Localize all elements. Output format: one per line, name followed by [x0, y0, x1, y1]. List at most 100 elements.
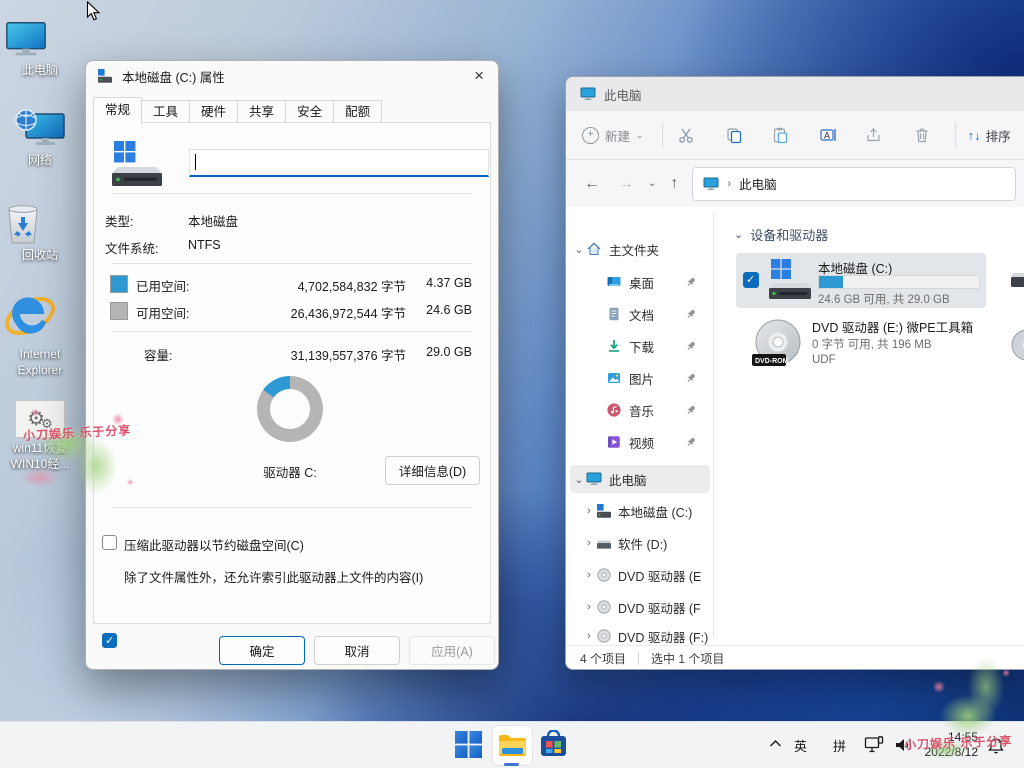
svg-text:A: A [824, 131, 830, 141]
address-bar[interactable]: › 此电脑 [692, 167, 1016, 201]
sidebar-item-desktop[interactable]: 桌面 [572, 268, 710, 296]
pin-icon [686, 341, 696, 352]
sidebar-item-downloads[interactable]: 下载 [572, 332, 710, 360]
divider [112, 331, 472, 332]
home-icon [586, 241, 602, 257]
chevron-right-icon: › [582, 537, 596, 549]
sidebar-item-music[interactable]: 音乐 [572, 396, 710, 424]
ime-mode-indicator[interactable]: 拼 [833, 736, 846, 755]
clock-time: 14:55 [916, 730, 978, 745]
desktop-icon-win11-restore[interactable]: ⚙⚙ win11恢复 WIN10经... [3, 400, 77, 472]
desktop-icon-label: 回收站 [3, 248, 77, 264]
drive-small-icon [97, 69, 113, 84]
sidebar-item-drive-d[interactable]: › 软件 (D:) [582, 529, 712, 557]
explorer-command-bar: + 新建 ⌄ A ↑↓ 排序 [566, 111, 1024, 160]
sidebar-item-label: DVD 驱动器 (F [618, 598, 701, 617]
chevron-right-icon: › [582, 601, 596, 613]
tile-checkbox[interactable] [743, 272, 759, 288]
taskbar-clock[interactable]: 14:55 2022/8/12 [916, 730, 978, 760]
compress-checkbox-label: 压缩此驱动器以节约磁盘空间(C) [124, 535, 304, 554]
desktop-icon-recycle-bin[interactable]: 回收站 [3, 203, 77, 264]
dialog-titlebar[interactable]: 本地磁盘 (C:) 属性 × [86, 61, 498, 91]
chevron-up-icon [769, 739, 782, 748]
taskbar-file-explorer-button[interactable] [492, 725, 533, 766]
sidebar-item-pictures[interactable]: 图片 [572, 364, 710, 392]
folder-icon [498, 734, 527, 758]
chevron-down-icon: ⌄ [572, 243, 586, 256]
start-button[interactable] [455, 731, 482, 758]
paste-icon [771, 126, 789, 144]
tab-general[interactable]: 常规 [93, 97, 142, 125]
new-button[interactable]: + 新建 ⌄ [582, 126, 644, 145]
apply-button[interactable]: 应用(A) [409, 636, 495, 665]
explorer-sidebar: ⌄ 主文件夹 桌面 文档 下载 图片 [566, 207, 714, 645]
recent-locations-chevron[interactable]: ⌄ [648, 178, 656, 189]
paste-button[interactable] [767, 122, 793, 148]
sidebar-item-this-pc[interactable]: ⌄ 此电脑 [570, 465, 710, 493]
share-button[interactable] [861, 122, 887, 148]
sidebar-item-videos[interactable]: 视频 [572, 428, 710, 456]
drive-large-icon [104, 140, 166, 190]
forward-button[interactable]: → [618, 175, 634, 193]
sidebar-item-dvd-f[interactable]: › DVD 驱动器 (F [582, 593, 712, 621]
sidebar-item-home[interactable]: ⌄ 主文件夹 [572, 235, 710, 263]
index-checkbox-label: 除了文件属性外，还允许索引此驱动器上文件的内容(I) [124, 567, 423, 586]
sidebar-item-documents[interactable]: 文档 [572, 300, 710, 328]
volume-tray-icon[interactable] [894, 737, 913, 753]
download-icon [606, 338, 622, 354]
new-button-label: 新建 [605, 126, 630, 145]
back-button[interactable]: ← [584, 175, 600, 193]
partial-drive-icon[interactable] [1009, 265, 1024, 295]
notification-bell-icon[interactable]: z [987, 736, 1005, 754]
drive-tile-name: DVD 驱动器 (E:) 微PE工具箱 [812, 317, 987, 336]
desktop-icon-network[interactable]: 网络 [3, 108, 77, 169]
rename-button[interactable]: A [815, 122, 841, 148]
gears-icon: ⚙⚙ [15, 400, 65, 438]
desktop-icon-this-pc[interactable]: 此电脑 [3, 20, 77, 79]
details-button[interactable]: 详细信息(D) [385, 456, 480, 485]
cancel-button[interactable]: 取消 [314, 636, 400, 665]
explorer-titlebar[interactable]: 此电脑 [566, 77, 1024, 111]
sort-button[interactable]: ↑↓ 排序 [968, 126, 1011, 145]
pictures-icon [606, 370, 622, 386]
desktop-icon-label: win11恢复 WIN10经... [3, 441, 77, 472]
desktop-icon-internet-explorer[interactable]: Internet Explorer [3, 290, 77, 378]
copy-button[interactable] [721, 122, 747, 148]
sidebar-item-dvd-f2[interactable]: › DVD 驱动器 (F:) [582, 627, 712, 645]
partial-dvd-icon[interactable] [1010, 329, 1024, 363]
hidden-icons-chevron[interactable] [769, 739, 782, 748]
chevron-down-icon: ⌄ [572, 473, 586, 486]
type-value: 本地磁盘 [188, 211, 238, 230]
drive-caption: 驱动器 C: [220, 462, 360, 481]
up-button[interactable]: ↑ [670, 175, 678, 193]
sidebar-item-dvd-e[interactable]: › DVD 驱动器 (E [582, 561, 712, 589]
taskbar-store-button[interactable] [539, 730, 568, 759]
drive-tile-c[interactable]: 本地磁盘 (C:) 24.6 GB 可用, 共 29.0 GB [736, 253, 986, 308]
breadcrumb-root[interactable]: 此电脑 [739, 174, 777, 193]
sidebar-item-label: 视频 [629, 433, 654, 452]
delete-button[interactable] [909, 122, 935, 148]
close-icon[interactable]: × [474, 69, 484, 83]
volume-label-input[interactable] [189, 149, 489, 177]
dvd-icon [596, 567, 612, 583]
sidebar-item-drive-c[interactable]: › 本地磁盘 (C:) [582, 497, 712, 525]
network-tray-icon[interactable] [864, 736, 884, 754]
capacity-bytes: 31,139,557,376 字节 [244, 345, 406, 364]
dvd-rom-icon: DVD-ROM [752, 318, 804, 370]
recycle-bin-icon [3, 203, 77, 245]
compress-checkbox[interactable] [102, 535, 117, 550]
ime-language-indicator[interactable]: 英 [794, 736, 807, 755]
drive-tile-dvd-e[interactable]: DVD-ROM DVD 驱动器 (E:) 微PE工具箱 0 字节 可用, 共 1… [736, 315, 986, 373]
toolbar-separator [662, 122, 663, 148]
ok-button[interactable]: 确定 [219, 636, 305, 665]
cut-button[interactable] [673, 122, 699, 148]
devices-section-header[interactable]: ⌄ 设备和驱动器 [734, 225, 828, 244]
chevron-down-icon: ⌄ [636, 130, 644, 141]
capacity-label: 容量: [144, 345, 172, 364]
desktop-folder-icon [606, 274, 622, 290]
free-space-swatch [110, 302, 128, 320]
trash-icon [913, 126, 931, 144]
drive-c-large-icon [766, 259, 812, 301]
index-checkbox[interactable] [102, 633, 117, 648]
svg-text:DVD-ROM: DVD-ROM [755, 358, 789, 365]
